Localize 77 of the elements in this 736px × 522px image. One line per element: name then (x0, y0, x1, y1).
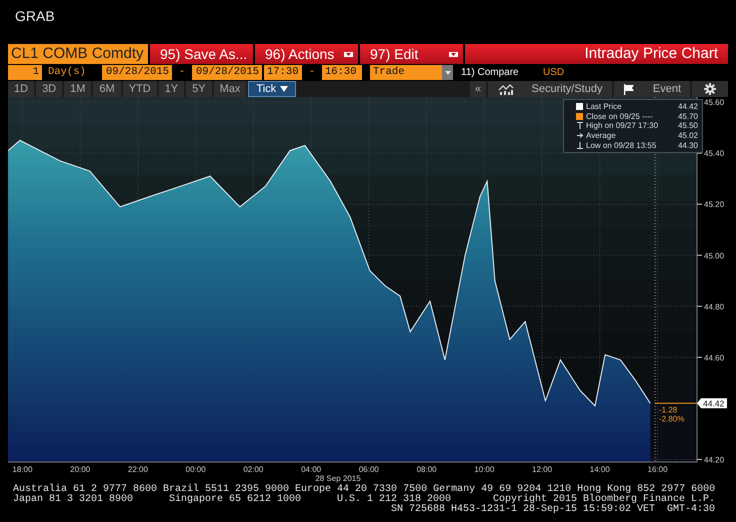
x-axis-label: 00:00 (186, 465, 206, 474)
period-tab[interactable]: YTD (122, 81, 157, 97)
contact-text: Singapore 65 6212 1000 (169, 495, 302, 505)
y-axis-label: 45.40 (704, 149, 724, 158)
x-axis-label: 22:00 (128, 465, 148, 474)
copyright-text: Copyright 2015 Bloomberg Finance L.P. (493, 495, 716, 505)
currency-label: USD (543, 66, 564, 80)
caret-icon (280, 86, 288, 92)
legend-value: 45.02 (678, 131, 698, 140)
window-title: Intraday Price Chart (584, 45, 718, 62)
date-label: 28 Sep 2015 (315, 474, 361, 483)
legend-label: Average (586, 131, 617, 140)
x-axis-label: 06:00 (358, 465, 379, 474)
collapse-button[interactable]: « (470, 81, 486, 97)
legend-label: Close on 09/25 ---- (586, 112, 654, 121)
menu-button[interactable]: 95) Save As... (150, 44, 253, 64)
legend-label: High on 09/27 17:30 (586, 121, 660, 130)
legend-value: 44.42 (678, 102, 698, 112)
session-info: SN 725688 H453-1231-1 28-Sep-15 15:59:02 VET GMT-4:30 (390, 504, 715, 515)
start-time-field[interactable]: 17:30 (264, 65, 302, 80)
dropdown-button[interactable]: 97) Edit (360, 44, 463, 64)
last-price-tag: 44.42 (697, 398, 727, 408)
last-price-line (654, 402, 698, 404)
x-axis-label: 10:00 (474, 465, 494, 474)
period-tab[interactable]: 1Y (158, 81, 184, 97)
period-tab[interactable]: Tick (248, 81, 296, 97)
y-axis-label: 44.80 (704, 302, 724, 312)
high-marker-icon (576, 122, 582, 130)
x-axis-label: 02:00 (243, 465, 264, 474)
contact-text: U.S. 1 212 318 2000 (337, 495, 452, 505)
period-tab[interactable]: 5Y (186, 81, 212, 97)
x-axis-label: 16:00 (648, 465, 668, 474)
y-axis-label: 44.20 (704, 455, 724, 464)
y-axis-label: 45.60 (704, 98, 724, 108)
security-study-button[interactable]: Security/Study (488, 81, 612, 97)
period-tab[interactable]: 1D (8, 81, 34, 97)
settings-button[interactable] (692, 81, 728, 97)
period-tab[interactable]: 1M (64, 81, 92, 97)
period-tab[interactable]: Max (214, 81, 246, 97)
period-tab[interactable]: 6M (93, 81, 121, 97)
legend-value: 45.70 (678, 112, 698, 121)
contact-text: Australia 61 2 9777 8600 Brazil 5511 2395 9000 Europe 44 20 7330 7500 Germany 49 69 9204 1210 Hong Kong 852 2977 6000 (13, 484, 716, 495)
x-axis-label: 12:00 (532, 465, 552, 474)
legend-value: 45.50 (678, 121, 698, 130)
app-title: GRAB (15, 8, 55, 24)
security-field[interactable]: CL1 COMB Comdty (8, 44, 148, 64)
settings-icon (704, 83, 716, 95)
change-percent: -2.80% (659, 414, 684, 424)
compare-link[interactable]: 11) Compare (461, 65, 541, 80)
unit-label: Day(s) (47, 65, 87, 80)
end-date-field[interactable]: 09/28/2015 (192, 65, 262, 80)
period-tab[interactable]: 3D (36, 81, 62, 97)
change-value: -1.28 (659, 405, 678, 414)
x-axis-label: 18:00 (12, 465, 32, 474)
legend-label: Last Price (586, 102, 623, 112)
contact-text: Japan 81 3 3201 8900 (13, 495, 134, 505)
caret-icon (444, 70, 450, 74)
count-field[interactable]: 1 (8, 65, 42, 80)
x-axis-label: 14:00 (590, 465, 610, 474)
x-axis-label: 20:00 (70, 465, 90, 474)
y-axis-label: 45.00 (704, 251, 724, 260)
y-axis-label: 44.60 (704, 353, 724, 362)
arrow-icon (576, 133, 582, 138)
flag-icon (622, 84, 635, 94)
legend-label: Low on 09/28 13:55 (586, 140, 658, 150)
separator: - (178, 65, 186, 80)
separator: - (308, 65, 316, 80)
x-axis-label: 08:00 (416, 465, 437, 474)
dropdown-button[interactable]: 96) Actions (255, 44, 358, 64)
y-axis-label: 45.20 (704, 200, 724, 210)
legend-value: 44.30 (678, 140, 698, 150)
event-button[interactable]: Event (614, 81, 690, 97)
start-date-field[interactable]: 09/28/2015 (102, 65, 172, 80)
end-time-field[interactable]: 16:30 (322, 65, 362, 80)
chart-icon (498, 84, 514, 94)
x-axis-label: 04:00 (301, 465, 322, 474)
low-marker-icon (576, 142, 582, 149)
